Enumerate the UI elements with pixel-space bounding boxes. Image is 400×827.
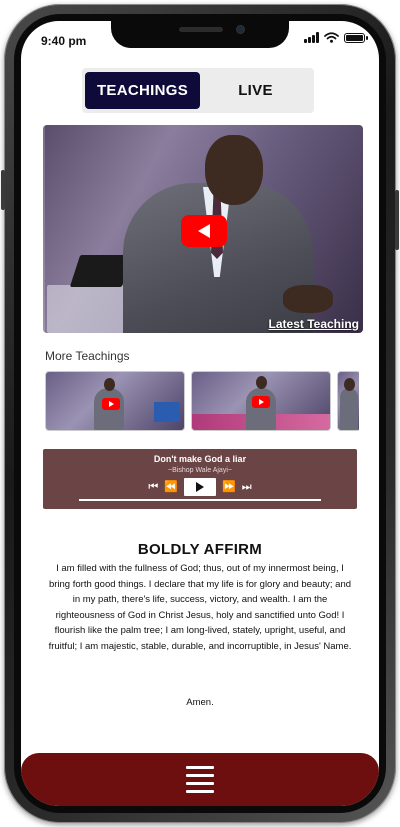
speaker-grille (179, 27, 223, 32)
thumb-speaker-head (104, 378, 115, 391)
wifi-icon (324, 32, 339, 43)
thumb-speaker-head (344, 378, 355, 391)
status-time: 9:40 pm (41, 34, 87, 48)
play-icon (196, 482, 204, 492)
volume-button (1, 170, 5, 210)
teaching-thumbnail[interactable] (191, 371, 331, 431)
fast-forward-icon[interactable]: ⏩ (222, 480, 236, 494)
signal-icon (304, 32, 319, 43)
app-screen: 9:40 pm TEACHINGS LIVE Latest Teaching M… (21, 21, 379, 806)
affirmation-amen: Amen. (186, 697, 214, 708)
teaching-thumbnail[interactable] (45, 371, 185, 431)
affirmation-title: BOLDLY AFFIRM (137, 541, 263, 558)
track-artist: ~Bishop Wale Ajayi~ (168, 467, 232, 474)
play-button[interactable] (184, 478, 216, 496)
status-icons (304, 32, 368, 43)
battery-icon (344, 32, 368, 43)
segmented-tabs: TEACHINGS LIVE (82, 68, 314, 113)
tab-live[interactable]: LIVE (200, 72, 311, 109)
skip-forward-icon[interactable]: ⏭ (242, 480, 252, 494)
progress-bar[interactable] (79, 499, 321, 501)
notch (111, 21, 289, 48)
power-button (395, 190, 399, 250)
player-controls: ⏮ ⏪ ⏩ ⏭ (43, 478, 357, 496)
thumb-screen (154, 402, 180, 422)
bottom-nav-bar (21, 753, 379, 806)
front-camera-icon (236, 25, 245, 34)
latest-teaching-video[interactable]: Latest Teaching (43, 125, 363, 333)
latest-teaching-link[interactable]: Latest Teaching (269, 317, 359, 331)
rewind-icon[interactable]: ⏪ (164, 480, 178, 494)
thumb-speaker-head (256, 376, 267, 389)
hero-speaker-hand (283, 285, 333, 313)
hero-speaker-head (205, 135, 263, 205)
skip-back-icon[interactable]: ⏮ (148, 480, 158, 494)
youtube-play-icon[interactable] (181, 215, 227, 247)
youtube-play-icon[interactable] (102, 398, 120, 410)
hamburger-icon[interactable] (186, 766, 214, 793)
more-teachings-heading: More Teachings (45, 349, 130, 363)
audio-player: Don't make God a liar ~Bishop Wale Ajayi… (43, 449, 357, 509)
tab-teachings[interactable]: TEACHINGS (85, 72, 200, 109)
teaching-thumbnail[interactable] (337, 371, 359, 431)
thumb-speaker-figure (340, 388, 358, 430)
more-teachings-carousel[interactable] (45, 371, 359, 433)
thumb-speaker-figure (246, 388, 276, 430)
track-title: Don't make God a liar (153, 454, 247, 464)
affirmation-text: I am filled with the fullness of God; th… (48, 563, 352, 652)
youtube-play-icon[interactable] (252, 396, 270, 408)
